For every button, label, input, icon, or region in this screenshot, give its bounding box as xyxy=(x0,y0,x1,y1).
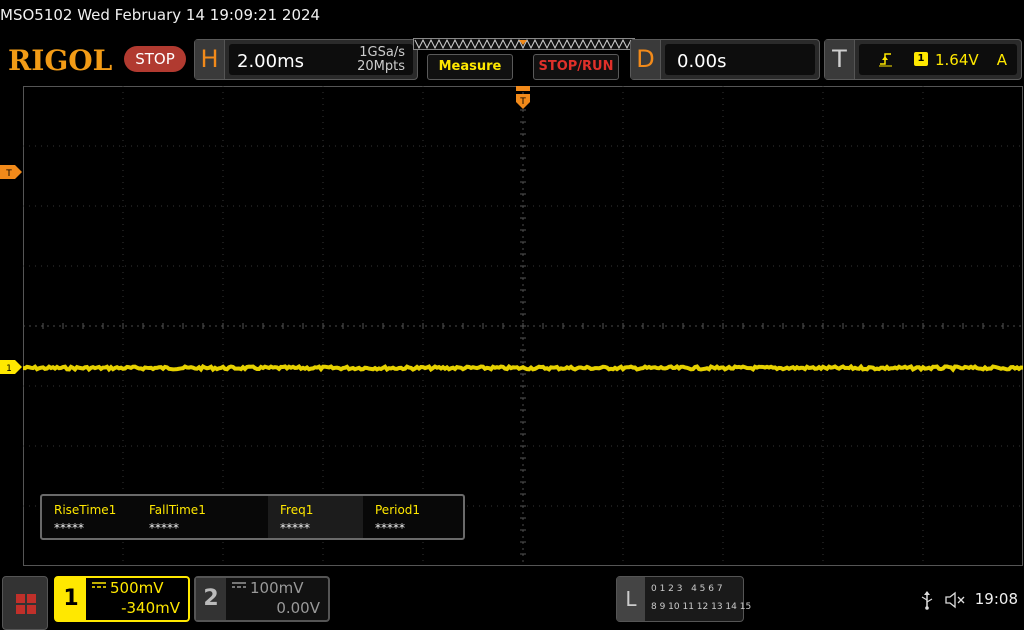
trigger-level-marker-label: T xyxy=(5,169,12,179)
measurement-item[interactable]: FallTime1 ***** xyxy=(137,496,232,538)
channel1-offset-marker[interactable]: 1 xyxy=(0,360,22,374)
delay-panel[interactable]: D 0.00s xyxy=(630,39,820,80)
main-menu-button[interactable] xyxy=(2,576,48,630)
channel1-marker-label: 1 xyxy=(6,364,12,374)
delay-value: 0.00s xyxy=(677,51,727,72)
logic-channels-row1: 0 1 2 3 4 5 6 7 xyxy=(651,584,723,594)
usb-icon xyxy=(921,591,933,610)
trigger-position-marker[interactable]: T xyxy=(516,86,530,110)
device-title: MSO5102 Wed February 14 19:09:21 2024 xyxy=(0,6,321,24)
trigger-source-badge: 1 xyxy=(914,52,928,66)
measurement-value: ***** xyxy=(280,521,310,535)
measurement-item[interactable]: RiseTime1 ***** xyxy=(42,496,137,538)
measurement-value: ***** xyxy=(149,521,179,535)
measurement-name: Freq1 xyxy=(280,503,314,517)
speaker-muted-icon[interactable] xyxy=(944,590,966,610)
measurement-item[interactable]: Period1 ***** xyxy=(363,496,458,538)
run-state-badge[interactable]: STOP xyxy=(124,46,186,72)
dc-coupling-icon xyxy=(92,582,106,588)
measurement-name: RiseTime1 xyxy=(54,503,117,517)
measurement-panel[interactable]: RiseTime1 ***** FallTime1 ***** Freq1 **… xyxy=(40,494,465,540)
horizontal-values: 2.00ms 1GSa/s 20Mpts xyxy=(229,44,413,75)
measurement-name: Period1 xyxy=(375,503,421,517)
measurement-item[interactable]: Freq1 ***** xyxy=(268,496,363,538)
dc-coupling-icon xyxy=(232,582,246,588)
stop-run-button[interactable]: STOP/RUN xyxy=(533,54,619,80)
menu-grid-icon xyxy=(16,594,36,614)
status-area: 19:08 xyxy=(910,588,1020,612)
channel2-offset: 0.00V xyxy=(276,599,320,617)
trigger-values: 1 1.64V A xyxy=(859,44,1017,75)
channel1-number: 1 xyxy=(56,578,86,620)
measurement-value: ***** xyxy=(375,521,405,535)
channel1-panel[interactable]: 1 500mV -340mV xyxy=(54,576,190,622)
memory-position-bar[interactable] xyxy=(413,38,635,50)
channel1-offset: -340mV xyxy=(121,599,180,617)
trigger-level: 1.64V xyxy=(935,51,979,69)
trigger-mode: A xyxy=(996,51,1007,69)
title-bar: MSO5102 Wed February 14 19:09:21 2024 xyxy=(0,0,1024,32)
channel1-scale: 500mV xyxy=(110,579,164,597)
bottom-bar: 1 500mV -340mV 2 100mV 0.00V L 0 1 2 3 4… xyxy=(0,568,1024,630)
channel2-panel[interactable]: 2 100mV 0.00V xyxy=(194,576,330,622)
delay-values: 0.00s xyxy=(665,44,815,75)
trigger-label: T xyxy=(825,40,855,79)
logic-analyzer-panel[interactable]: L 0 1 2 3 4 5 6 7 8 9 10 11 12 13 14 15 xyxy=(616,576,751,622)
measure-button[interactable]: Measure xyxy=(427,54,513,80)
measurement-name: FallTime1 xyxy=(149,503,206,517)
delay-label: D xyxy=(631,40,661,79)
channel1-trace xyxy=(23,363,1023,373)
memory-depth: 20Mpts xyxy=(357,59,405,74)
clock: 19:08 xyxy=(974,590,1018,608)
channel2-scale: 100mV xyxy=(250,579,304,597)
horizontal-panel[interactable]: H 2.00ms 1GSa/s 20Mpts xyxy=(194,39,418,80)
sample-rate: 1GSa/s xyxy=(359,45,405,60)
horizontal-label: H xyxy=(195,40,225,79)
rising-edge-icon xyxy=(879,53,892,67)
logic-label: L xyxy=(617,577,645,621)
trigger-level-marker[interactable]: T xyxy=(0,165,22,179)
logic-channels-row2: 8 9 10 11 12 13 14 15 xyxy=(651,602,752,612)
trigger-panel[interactable]: T 1 1.64V A xyxy=(824,39,1022,80)
channel2-number: 2 xyxy=(196,578,226,620)
center-controls: Measure STOP/RUN xyxy=(413,38,635,82)
timebase-value: 2.00ms xyxy=(237,51,304,72)
rigol-logo: RIGOL xyxy=(8,44,113,77)
trigger-position-label: T xyxy=(519,97,526,107)
measurement-value: ***** xyxy=(54,521,84,535)
